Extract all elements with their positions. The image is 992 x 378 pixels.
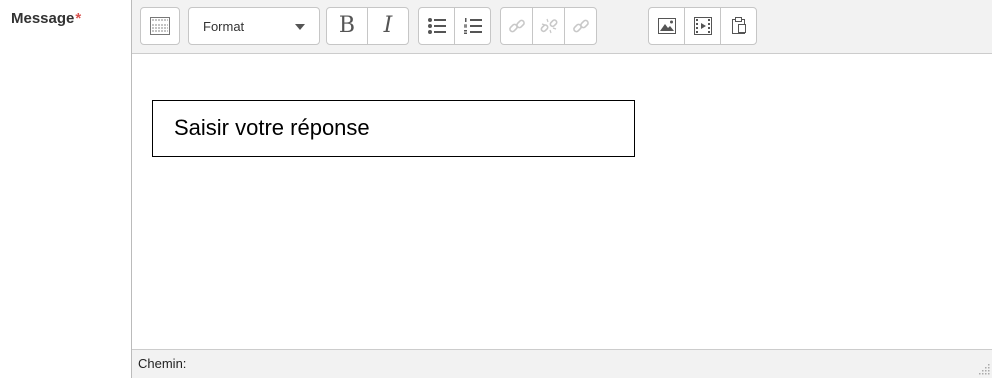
italic-icon: I	[383, 13, 393, 38]
format-select-value: Format	[203, 19, 245, 34]
rich-text-editor: Format B I Saisir votre réponse Chemin:	[131, 0, 992, 378]
editor-content-area[interactable]: Saisir votre réponse	[132, 54, 992, 349]
message-field-label: Message*	[11, 10, 81, 27]
format-select[interactable]: Format	[188, 7, 320, 45]
response-placeholder-box: Saisir votre réponse	[152, 100, 635, 157]
ordered-list-button[interactable]	[454, 7, 491, 45]
image-icon	[657, 18, 676, 34]
editor-toolbar: Format B I	[132, 0, 992, 54]
toolbar-toggle-button[interactable]	[140, 7, 180, 45]
unlink-icon	[540, 17, 558, 35]
italic-button[interactable]: I	[367, 7, 409, 45]
message-form-row: Message* Format B I Saisir votre réponse…	[0, 0, 992, 378]
editor-statusbar: Chemin:	[132, 349, 992, 378]
link-icon	[508, 17, 526, 35]
message-label-text: Message	[11, 10, 75, 27]
media-icon	[693, 17, 712, 35]
link-button[interactable]	[500, 7, 533, 45]
insert-image-button[interactable]	[648, 7, 685, 45]
required-marker: *	[75, 10, 82, 27]
chevron-down-icon	[295, 24, 305, 30]
paste-button[interactable]	[720, 7, 757, 45]
unordered-list-button[interactable]	[418, 7, 455, 45]
path-label: Chemin:	[138, 356, 187, 371]
paste-icon	[730, 17, 748, 35]
anchor-button[interactable]	[564, 7, 597, 45]
ordered-list-icon	[463, 17, 483, 35]
unordered-list-icon	[427, 17, 447, 35]
unlink-button[interactable]	[532, 7, 565, 45]
resize-grip-icon[interactable]	[977, 362, 991, 376]
anchor-icon	[572, 17, 590, 35]
toolbar-toggle-icon	[150, 17, 170, 35]
bold-icon: B	[338, 13, 356, 38]
bold-button[interactable]: B	[326, 7, 368, 45]
insert-media-button[interactable]	[684, 7, 721, 45]
